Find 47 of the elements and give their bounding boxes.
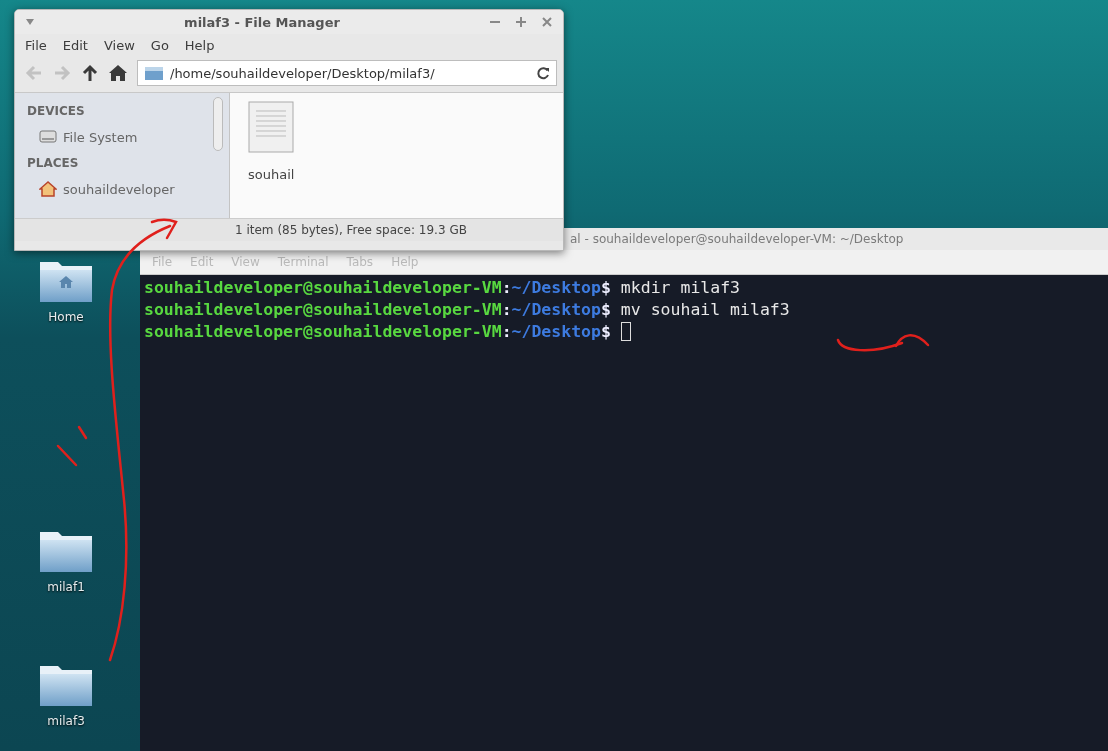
prompt-user: souhaildeveloper@souhaildeveloper-VM: [144, 322, 502, 341]
window-menu-icon: [25, 18, 35, 26]
prompt-symbol: $: [600, 322, 611, 341]
close-icon: [541, 16, 553, 28]
prompt-user: souhaildeveloper@souhaildeveloper-VM: [144, 278, 502, 297]
status-bar: 1 item (85 bytes), Free space: 19.3 GB: [15, 218, 563, 241]
prompt-symbol: $: [600, 300, 611, 319]
menu-item[interactable]: Go: [144, 37, 175, 53]
home-button[interactable]: [109, 64, 127, 82]
command-text: mkdir milaf3: [620, 278, 741, 297]
annotation-marks: [56, 425, 88, 467]
prompt-path: ~/Desktop: [511, 322, 601, 341]
home-icon: [39, 180, 57, 198]
menu-item[interactable]: Help: [178, 37, 221, 53]
window-title: milaf3 - File Manager: [183, 14, 341, 30]
prompt-separator: :: [501, 322, 512, 341]
prompt-separator: :: [501, 300, 512, 319]
window-title: al - souhaildeveloper@souhaildeveloper-VM: ~/Desktop: [570, 232, 904, 246]
home-icon: [109, 64, 127, 82]
prompt-symbol: $: [600, 278, 611, 297]
command-text: mv souhail milaf3: [620, 300, 790, 319]
folder-icon: [144, 65, 164, 81]
document-icon: [248, 101, 295, 153]
menu-item[interactable]: File: [19, 37, 53, 53]
up-arrow-button[interactable]: [81, 64, 99, 82]
prompt-path: ~/Desktop: [511, 300, 601, 319]
sidebar-item[interactable]: File System: [27, 123, 229, 151]
prompt-separator: :: [501, 278, 512, 297]
reload-icon: [536, 66, 550, 80]
prompt-path: ~/Desktop: [511, 278, 601, 297]
drive-icon: [39, 128, 57, 146]
icon-label: milaf1: [47, 580, 85, 594]
sidebar-heading: DEVICES: [27, 103, 86, 120]
menu-item[interactable]: Edit: [56, 37, 94, 53]
sidebar-heading: PLACES: [27, 155, 80, 172]
back-arrow-icon: [25, 64, 43, 82]
up-arrow-icon: [81, 64, 99, 82]
scrollbar-thumb[interactable]: [213, 97, 223, 151]
menu-item[interactable]: View: [97, 37, 141, 53]
forward-arrow-icon: [53, 64, 71, 82]
document-item[interactable]: souhail: [248, 101, 295, 182]
icon-label: milaf3: [47, 714, 85, 728]
prompt-user: souhaildeveloper@souhaildeveloper-VM: [144, 300, 502, 319]
location-field[interactable]: /home/souhaildeveloper/Desktop/milaf3/: [137, 60, 557, 86]
icon-label: Home: [48, 310, 84, 324]
sidebar-item[interactable]: souhaildeveloper: [27, 175, 229, 203]
maximize-icon: [515, 16, 527, 28]
